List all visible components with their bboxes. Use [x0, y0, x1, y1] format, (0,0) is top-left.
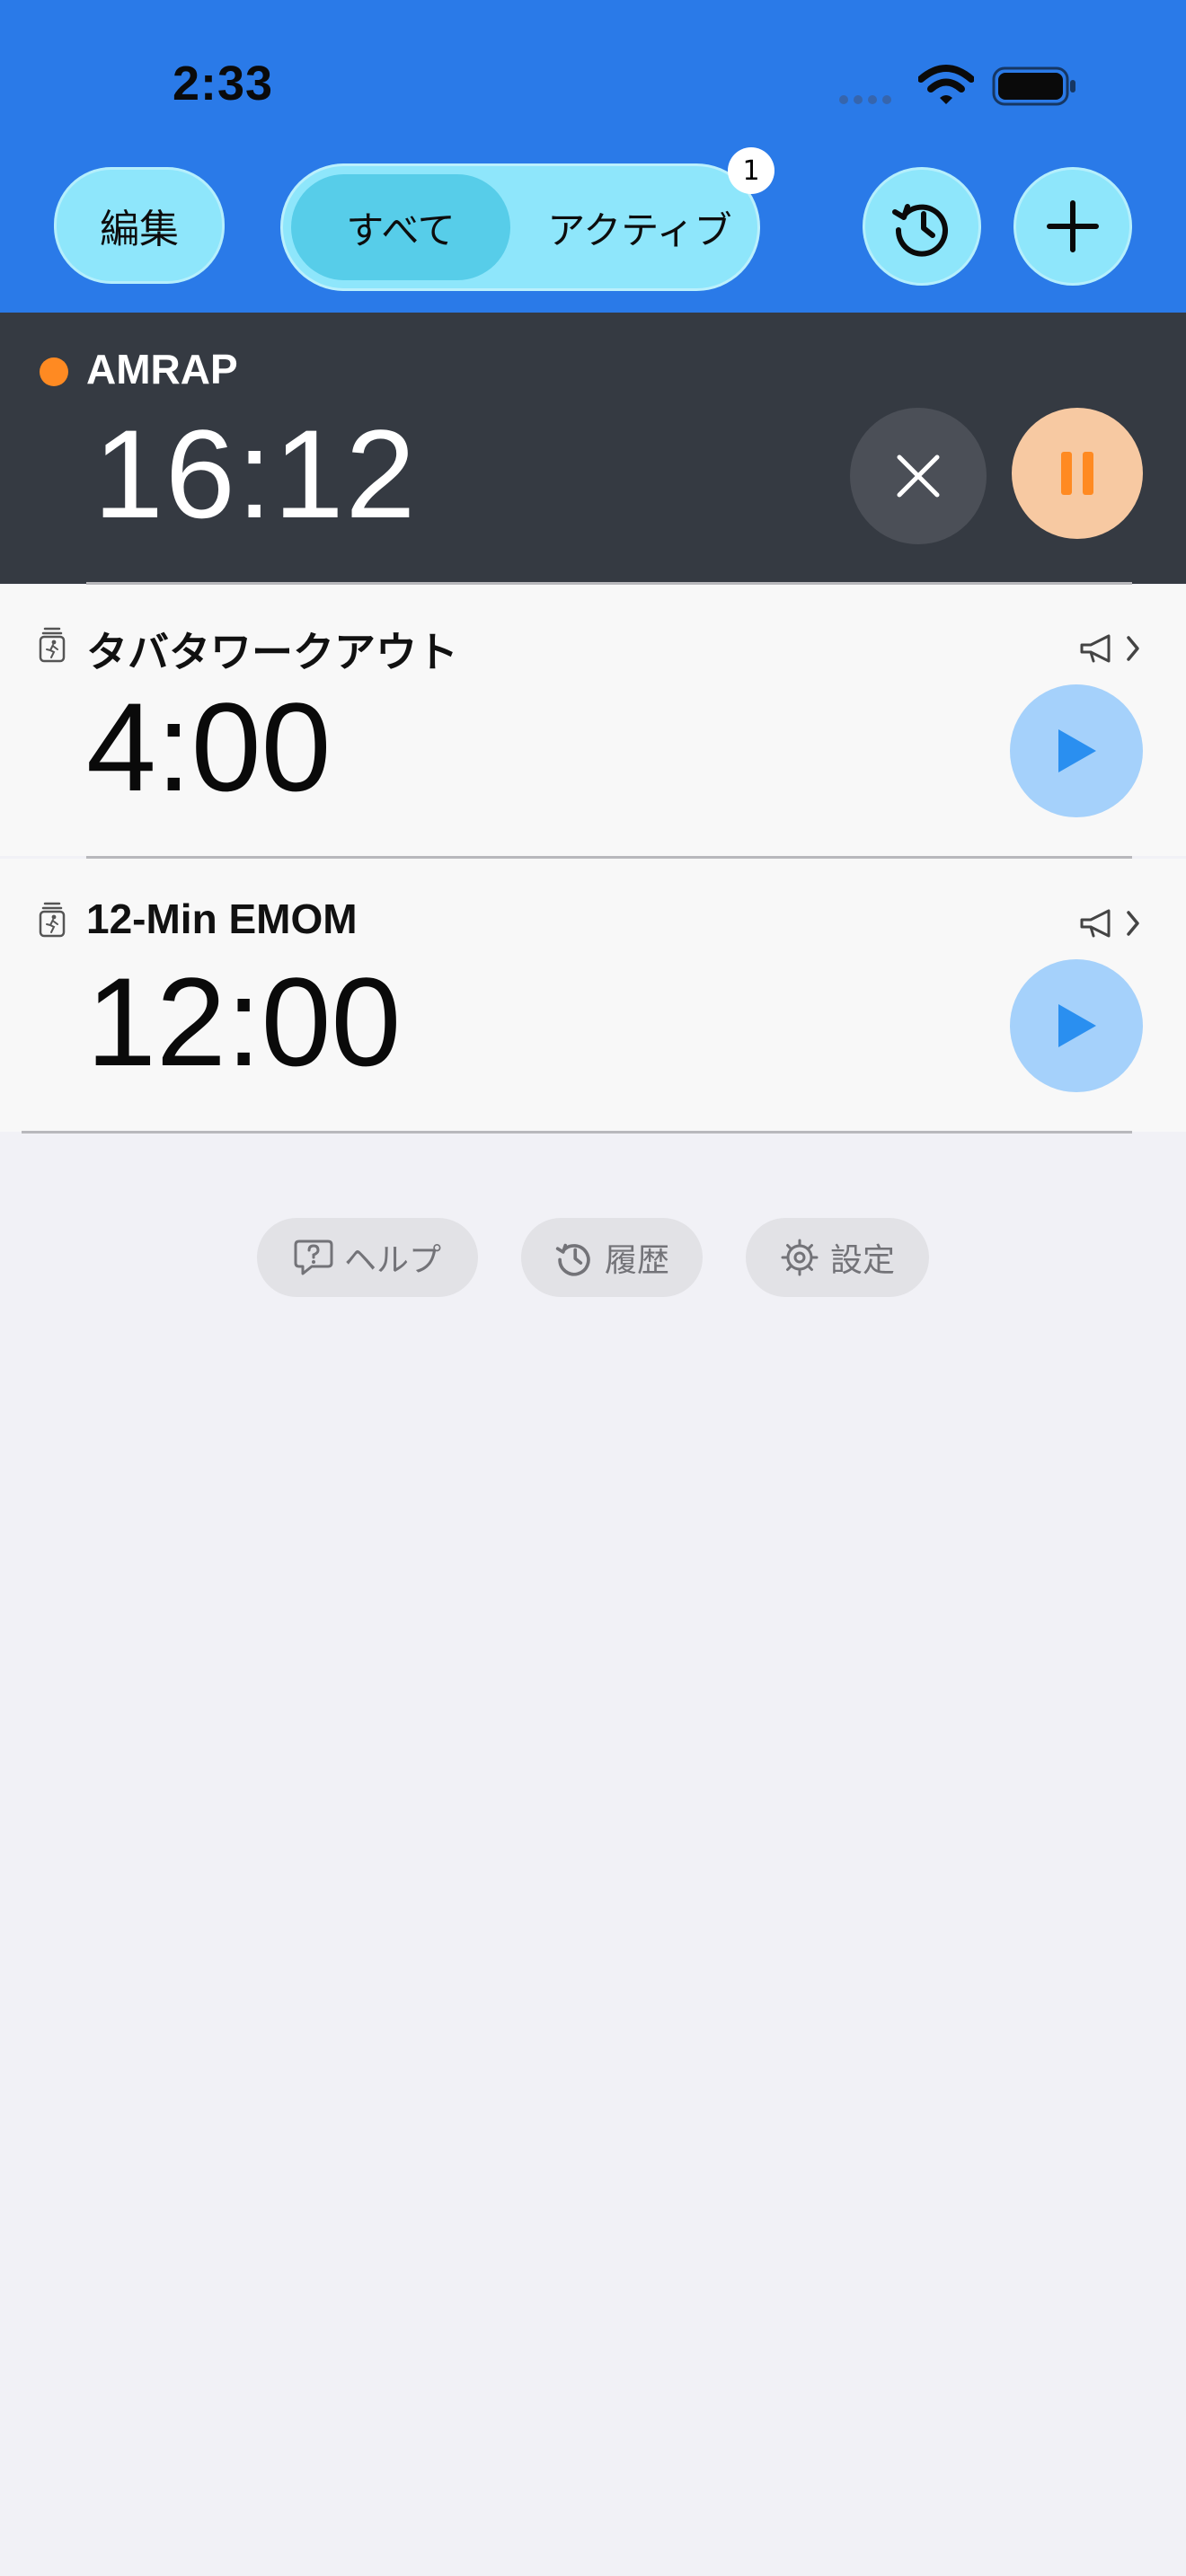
help-label: ヘルプ — [343, 1242, 441, 1279]
clock-arrow-icon — [892, 204, 948, 257]
cellular-signal-icon — [839, 95, 891, 104]
play-button[interactable] — [1010, 959, 1143, 1092]
filter-segmented-control: すべて アクティブ — [280, 163, 760, 291]
cancel-button[interactable] — [850, 408, 987, 544]
plus-icon — [1047, 200, 1099, 252]
pause-button[interactable] — [1012, 408, 1143, 539]
gear-icon — [781, 1239, 819, 1276]
active-timer-time: 16:12 — [93, 403, 418, 544]
segment-all[interactable]: すべて — [291, 163, 510, 291]
add-timer-button[interactable] — [1013, 167, 1132, 286]
battery-icon — [992, 66, 1075, 106]
history-button[interactable] — [863, 167, 981, 286]
timer-name: 12-Min EMOM — [86, 895, 358, 942]
help-bubble-icon — [294, 1239, 333, 1275]
timer-time: 12:00 — [86, 951, 402, 1092]
history-label: 履歴 — [604, 1242, 669, 1279]
edit-button[interactable]: 編集 — [54, 167, 225, 284]
active-timer-name: AMRAP — [86, 346, 238, 393]
row-divider — [22, 1131, 1132, 1134]
close-icon — [897, 454, 940, 498]
pause-icon — [1061, 452, 1093, 495]
timer-name: タバタワークアウト — [86, 629, 458, 675]
active-count-badge: 1 — [728, 147, 774, 194]
workout-timer-icon — [39, 902, 66, 938]
settings-label: 設定 — [829, 1242, 895, 1279]
timer-time: 4:00 — [86, 676, 332, 817]
settings-button[interactable]: 設定 — [746, 1218, 929, 1297]
history-footer-button[interactable]: 履歴 — [521, 1218, 703, 1297]
status-time: 2:33 — [173, 57, 274, 110]
help-button[interactable]: ヘルプ — [257, 1218, 478, 1297]
announcement-chevron-icon[interactable] — [1078, 632, 1143, 665]
play-icon — [1058, 729, 1096, 772]
segment-active[interactable]: アクティブ — [532, 163, 748, 291]
clock-arrow-icon — [555, 1243, 590, 1276]
workout-timer-icon — [39, 627, 66, 663]
running-status-dot — [40, 357, 68, 386]
wifi-icon — [918, 65, 974, 104]
announcement-chevron-icon[interactable] — [1078, 907, 1143, 940]
play-icon — [1058, 1004, 1096, 1047]
play-button[interactable] — [1010, 684, 1143, 817]
